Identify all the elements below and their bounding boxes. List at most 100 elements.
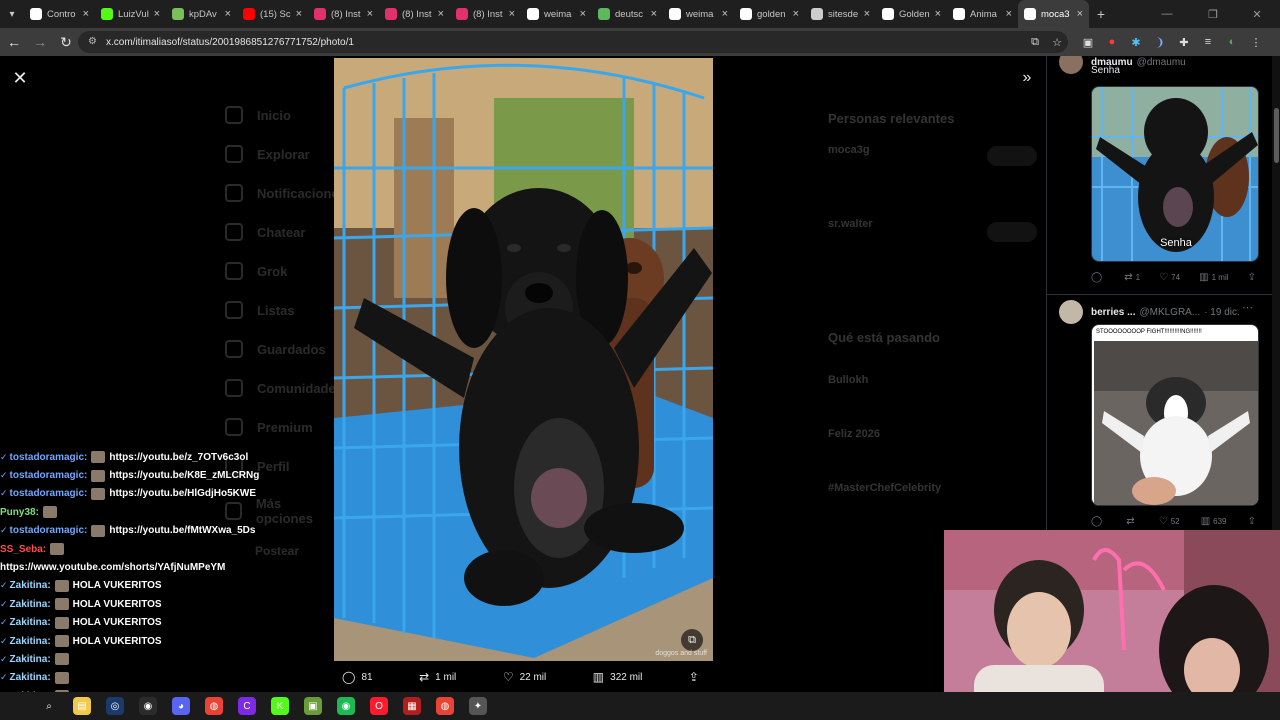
canva-icon[interactable]: C: [238, 697, 256, 715]
browser-tab[interactable]: weima ×: [521, 0, 592, 28]
browser-menu-icon[interactable]: ⋮: [1244, 36, 1268, 49]
like-button[interactable]: ♡ 74: [1159, 272, 1180, 283]
tab-close-icon[interactable]: ×: [83, 8, 89, 20]
tab-close-icon[interactable]: ×: [722, 8, 728, 20]
tab-close-icon[interactable]: ×: [793, 8, 799, 20]
reply-button[interactable]: ◯ 81: [342, 670, 373, 684]
more-options-icon[interactable]: ⋯: [1242, 301, 1253, 314]
tab-close-icon[interactable]: ×: [296, 8, 302, 20]
maximize-window-button[interactable]: ❐: [1190, 0, 1236, 28]
nav-item[interactable]: Comunidades: [225, 379, 343, 397]
kick-icon[interactable]: K: [271, 697, 289, 715]
opera-icon[interactable]: O: [370, 697, 388, 715]
views-button[interactable]: ▥ 1 mil: [1199, 272, 1228, 283]
browser-tab[interactable]: Contro ×: [24, 0, 95, 28]
follow-button-2[interactable]: [987, 222, 1037, 242]
profile-avatar[interactable]: ◐: [1220, 36, 1244, 48]
tab-close-icon[interactable]: ×: [438, 8, 444, 20]
forward-button[interactable]: →: [28, 30, 52, 54]
nav-item[interactable]: Explorar: [225, 145, 310, 163]
extension-audio-icon[interactable]: ❩: [1148, 36, 1172, 49]
back-button[interactable]: ←: [2, 30, 26, 54]
close-photo-viewer-button[interactable]: ✕: [10, 68, 30, 88]
like-button[interactable]: ♡ 52: [1159, 516, 1180, 527]
avatar[interactable]: [1059, 56, 1083, 74]
media-control-icon[interactable]: ≡: [1196, 36, 1220, 48]
tab-search-icon[interactable]: ▾: [0, 0, 24, 28]
nav-item[interactable]: Grok: [225, 262, 287, 280]
browser-tab[interactable]: weima ×: [663, 0, 734, 28]
steam-icon[interactable]: ◎: [106, 697, 124, 715]
post-photo[interactable]: ⧉ doggos and stuff: [334, 58, 713, 661]
browser-tab[interactable]: kpDAv ×: [166, 0, 237, 28]
nav-item[interactable]: Chatear: [225, 223, 305, 241]
post-time[interactable]: · 19 dic.: [1204, 307, 1240, 318]
spotify-icon[interactable]: ◉: [337, 697, 355, 715]
tab-close-icon[interactable]: ×: [509, 8, 515, 20]
site-info-icon[interactable]: ⚙: [88, 36, 100, 48]
reply-button[interactable]: ◯: [1091, 272, 1105, 283]
file-explorer-icon[interactable]: ▤: [73, 697, 91, 715]
tab-close-icon[interactable]: ×: [935, 8, 941, 20]
tab-close-icon[interactable]: ×: [580, 8, 586, 20]
browser-tab[interactable]: (15) Sc ×: [237, 0, 308, 28]
chrome-icon[interactable]: ◍: [205, 697, 223, 715]
app-icon[interactable]: ✦: [469, 697, 487, 715]
browser-tab[interactable]: sitesde ×: [805, 0, 876, 28]
repost-button[interactable]: ⇄: [1126, 516, 1137, 527]
expand-sidebar-icon[interactable]: »: [1017, 68, 1037, 88]
avatar[interactable]: [1059, 300, 1083, 324]
address-bar[interactable]: ⚙ x.com/itimaliasof/status/2001986851276…: [78, 31, 1068, 53]
tab-close-icon[interactable]: ×: [651, 8, 657, 20]
browser-tab[interactable]: moca3 ×: [1018, 0, 1089, 28]
like-button[interactable]: ♡ 22 mil: [503, 670, 546, 684]
repost-button[interactable]: ⇄ 1 mil: [419, 670, 456, 684]
gpu-icon[interactable]: ▦: [403, 697, 421, 715]
follow-button-1[interactable]: [987, 146, 1037, 166]
trend-item-3[interactable]: #MasterChefCelebrity: [828, 482, 941, 494]
post-author-name[interactable]: berries ...: [1091, 307, 1135, 318]
reload-button[interactable]: ↻: [54, 30, 78, 54]
close-window-button[interactable]: ✕: [1234, 0, 1280, 28]
repost-button[interactable]: ⇄ 1: [1124, 272, 1140, 283]
browser-tab[interactable]: Anima ×: [947, 0, 1018, 28]
install-app-icon[interactable]: ⧉: [1024, 36, 1046, 49]
tab-close-icon[interactable]: ×: [864, 8, 870, 20]
nav-item[interactable]: Premium: [225, 418, 313, 436]
trend-item-1[interactable]: Bullokh: [828, 374, 868, 386]
extension-record-icon[interactable]: ●: [1100, 36, 1124, 48]
post-media-1[interactable]: Senha: [1091, 86, 1259, 262]
extensions-puzzle-icon[interactable]: ✚: [1172, 36, 1196, 49]
share-button[interactable]: ⇪: [1248, 272, 1259, 283]
browser-tab[interactable]: Golden ×: [876, 0, 947, 28]
share-button[interactable]: ⇪: [1248, 516, 1259, 527]
reply-button[interactable]: ◯: [1091, 516, 1105, 527]
obs-icon[interactable]: ◉: [139, 697, 157, 715]
nav-item[interactable]: Inicio: [225, 106, 291, 124]
alt-text-badge-icon[interactable]: ⧉: [681, 629, 703, 651]
views-button[interactable]: ▥ 322 mil: [593, 670, 643, 684]
tab-close-icon[interactable]: ×: [225, 8, 231, 20]
tab-close-icon[interactable]: ×: [1077, 8, 1083, 20]
tab-close-icon[interactable]: ×: [1006, 8, 1012, 20]
scrollbar-thumb[interactable]: [1274, 108, 1279, 163]
post-author-handle[interactable]: @dmaumu: [1137, 57, 1186, 68]
trend-item-2[interactable]: Feliz 2026: [828, 428, 880, 440]
new-tab-button[interactable]: +: [1089, 6, 1113, 22]
share-button[interactable]: ⇪: [689, 670, 705, 684]
browser-tab[interactable]: LuizVul ×: [95, 0, 166, 28]
tab-close-icon[interactable]: ×: [367, 8, 373, 20]
post-author-handle[interactable]: @MKLGRA...: [1139, 307, 1200, 318]
nav-item[interactable]: Guardados: [225, 340, 326, 358]
nav-item[interactable]: Notificaciones: [225, 184, 346, 202]
browser-tab[interactable]: deutsc ×: [592, 0, 663, 28]
extension-tablet-icon[interactable]: ▣: [1076, 36, 1100, 49]
browser-tab[interactable]: golden ×: [734, 0, 805, 28]
minimize-window-button[interactable]: —: [1144, 0, 1190, 28]
chrome-icon[interactable]: ◍: [436, 697, 454, 715]
post-media-2[interactable]: STOOOOOOOOP FIGHT!!!!!!!!!!NG!!!!!!!: [1091, 324, 1259, 506]
extension-translate-icon[interactable]: ✱: [1124, 36, 1148, 49]
browser-tab[interactable]: (8) Inst ×: [379, 0, 450, 28]
views-button[interactable]: ▥ 639: [1201, 516, 1227, 527]
browser-tab[interactable]: (8) Inst ×: [450, 0, 521, 28]
